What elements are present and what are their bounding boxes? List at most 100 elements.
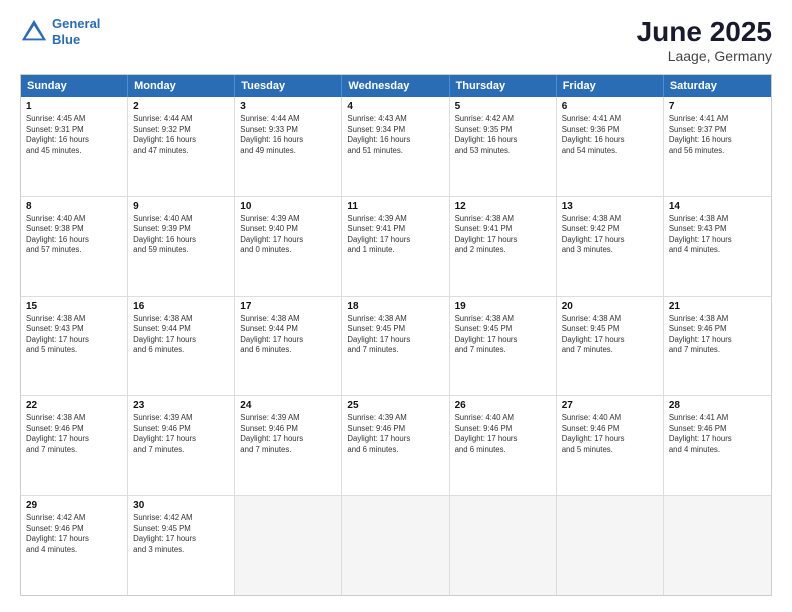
calendar-header: Sunday Monday Tuesday Wednesday Thursday…: [21, 75, 771, 97]
day-number: 9: [133, 201, 229, 212]
day-info: Sunrise: 4:41 AM Sunset: 9:37 PM Dayligh…: [669, 114, 766, 156]
day-number: 4: [347, 101, 443, 112]
cal-cell-2-3: 18Sunrise: 4:38 AM Sunset: 9:45 PM Dayli…: [342, 297, 449, 396]
day-info: Sunrise: 4:39 AM Sunset: 9:46 PM Dayligh…: [240, 413, 336, 455]
day-info: Sunrise: 4:38 AM Sunset: 9:42 PM Dayligh…: [562, 214, 658, 256]
day-number: 6: [562, 101, 658, 112]
day-info: Sunrise: 4:39 AM Sunset: 9:46 PM Dayligh…: [347, 413, 443, 455]
day-number: 29: [26, 500, 122, 511]
day-info: Sunrise: 4:42 AM Sunset: 9:46 PM Dayligh…: [26, 513, 122, 555]
day-number: 23: [133, 400, 229, 411]
day-info: Sunrise: 4:44 AM Sunset: 9:32 PM Dayligh…: [133, 114, 229, 156]
day-number: 27: [562, 400, 658, 411]
day-number: 12: [455, 201, 551, 212]
day-number: 21: [669, 301, 766, 312]
title-month: June 2025: [637, 16, 772, 48]
day-info: Sunrise: 4:38 AM Sunset: 9:43 PM Dayligh…: [26, 314, 122, 356]
day-number: 30: [133, 500, 229, 511]
day-number: 8: [26, 201, 122, 212]
day-info: Sunrise: 4:38 AM Sunset: 9:44 PM Dayligh…: [133, 314, 229, 356]
day-number: 1: [26, 101, 122, 112]
logo-text: General Blue: [52, 16, 100, 47]
cal-cell-4-1: 30 Sunrise: 4:42 AM Sunset: 9:45 PM Dayli…: [128, 496, 235, 595]
day-info: Sunrise: 4:38 AM Sunset: 9:43 PM Dayligh…: [669, 214, 766, 256]
day-number: 17: [240, 301, 336, 312]
day-info: Sunrise: 4:40 AM Sunset: 9:39 PM Dayligh…: [133, 214, 229, 256]
page: General Blue June 2025 Laage, Germany Su…: [0, 0, 792, 612]
day-number: 28: [669, 400, 766, 411]
day-info: Sunrise: 4:45 AM Sunset: 9:31 PM Dayligh…: [26, 114, 122, 156]
day-number: 24: [240, 400, 336, 411]
cal-cell-3-3: 25 Sunrise: 4:39 AM Sunset: 9:46 PM Dayli…: [342, 396, 449, 495]
day-info: Sunrise: 4:39 AM Sunset: 9:41 PM Dayligh…: [347, 214, 443, 256]
cal-row-0: 1 Sunrise: 4:45 AM Sunset: 9:31 PM Daylig…: [21, 97, 771, 196]
logo: General Blue: [20, 16, 100, 47]
cal-cell-2-6: 21 Sunrise: 4:38 AM Sunset: 9:46 PM Dayli…: [664, 297, 771, 396]
weekday-saturday: Saturday: [664, 75, 771, 97]
cal-cell-0-1: 2 Sunrise: 4:44 AM Sunset: 9:32 PM Daylig…: [128, 97, 235, 196]
day-info: Sunrise: 4:40 AM Sunset: 9:46 PM Dayligh…: [455, 413, 551, 455]
day-info: Sunrise: 4:43 AM Sunset: 9:34 PM Dayligh…: [347, 114, 443, 156]
cal-cell-2-1: 16 Sunrise: 4:38 AM Sunset: 9:44 PM Dayli…: [128, 297, 235, 396]
day-info: Sunrise: 4:42 AM Sunset: 9:45 PM Dayligh…: [133, 513, 229, 555]
day-info: Sunrise: 4:38 AM Sunset: 9:44 PM Dayligh…: [240, 314, 336, 356]
weekday-monday: Monday: [128, 75, 235, 97]
day-number: 25: [347, 400, 443, 411]
cal-cell-2-2: 17 Sunrise: 4:38 AM Sunset: 9:44 PM Dayli…: [235, 297, 342, 396]
day-number: 3: [240, 101, 336, 112]
title-location: Laage, Germany: [637, 48, 772, 64]
day-info: Sunrise: 4:38 AM Sunset: 9:46 PM Dayligh…: [669, 314, 766, 356]
day-info: Sunrise: 4:42 AM Sunset: 9:35 PM Dayligh…: [455, 114, 551, 156]
day-info: Sunrise: 4:44 AM Sunset: 9:33 PM Dayligh…: [240, 114, 336, 156]
cal-cell-3-2: 24 Sunrise: 4:39 AM Sunset: 9:46 PM Dayli…: [235, 396, 342, 495]
cal-row-3: 22Sunrise: 4:38 AM Sunset: 9:46 PM Dayli…: [21, 395, 771, 495]
logo-line1: General: [52, 16, 100, 32]
cal-cell-1-5: 13Sunrise: 4:38 AM Sunset: 9:42 PM Dayli…: [557, 197, 664, 296]
cal-cell-0-4: 5 Sunrise: 4:42 AM Sunset: 9:35 PM Daylig…: [450, 97, 557, 196]
day-info: Sunrise: 4:39 AM Sunset: 9:46 PM Dayligh…: [133, 413, 229, 455]
weekday-friday: Friday: [557, 75, 664, 97]
day-info: Sunrise: 4:41 AM Sunset: 9:46 PM Dayligh…: [669, 413, 766, 455]
cal-cell-2-5: 20 Sunrise: 4:38 AM Sunset: 9:45 PM Dayli…: [557, 297, 664, 396]
weekday-thursday: Thursday: [450, 75, 557, 97]
day-number: 11: [347, 201, 443, 212]
day-info: Sunrise: 4:39 AM Sunset: 9:40 PM Dayligh…: [240, 214, 336, 256]
cal-cell-3-4: 26Sunrise: 4:40 AM Sunset: 9:46 PM Dayli…: [450, 396, 557, 495]
day-info: Sunrise: 4:38 AM Sunset: 9:45 PM Dayligh…: [562, 314, 658, 356]
cal-cell-2-0: 15 Sunrise: 4:38 AM Sunset: 9:43 PM Dayli…: [21, 297, 128, 396]
calendar: Sunday Monday Tuesday Wednesday Thursday…: [20, 74, 772, 596]
cal-cell-4-5: [557, 496, 664, 595]
header: General Blue June 2025 Laage, Germany: [20, 16, 772, 64]
day-info: Sunrise: 4:40 AM Sunset: 9:46 PM Dayligh…: [562, 413, 658, 455]
day-number: 20: [562, 301, 658, 312]
cal-cell-4-0: 29 Sunrise: 4:42 AM Sunset: 9:46 PM Dayli…: [21, 496, 128, 595]
cal-cell-2-4: 19Sunrise: 4:38 AM Sunset: 9:45 PM Dayli…: [450, 297, 557, 396]
day-number: 2: [133, 101, 229, 112]
cal-cell-1-6: 14Sunrise: 4:38 AM Sunset: 9:43 PM Dayli…: [664, 197, 771, 296]
cal-cell-1-4: 12 Sunrise: 4:38 AM Sunset: 9:41 PM Dayli…: [450, 197, 557, 296]
title-block: June 2025 Laage, Germany: [637, 16, 772, 64]
day-number: 19: [455, 301, 551, 312]
day-number: 16: [133, 301, 229, 312]
cal-cell-0-3: 4 Sunrise: 4:43 AM Sunset: 9:34 PM Daylig…: [342, 97, 449, 196]
cal-cell-1-1: 9 Sunrise: 4:40 AM Sunset: 9:39 PM Daylig…: [128, 197, 235, 296]
cal-cell-4-6: [664, 496, 771, 595]
weekday-tuesday: Tuesday: [235, 75, 342, 97]
cal-row-4: 29 Sunrise: 4:42 AM Sunset: 9:46 PM Dayli…: [21, 495, 771, 595]
cal-cell-0-5: 6Sunrise: 4:41 AM Sunset: 9:36 PM Daylig…: [557, 97, 664, 196]
logo-line2: Blue: [52, 32, 100, 48]
cal-cell-0-2: 3 Sunrise: 4:44 AM Sunset: 9:33 PM Daylig…: [235, 97, 342, 196]
logo-icon: [20, 18, 48, 46]
day-number: 15: [26, 301, 122, 312]
day-info: Sunrise: 4:40 AM Sunset: 9:38 PM Dayligh…: [26, 214, 122, 256]
weekday-sunday: Sunday: [21, 75, 128, 97]
cal-cell-0-0: 1 Sunrise: 4:45 AM Sunset: 9:31 PM Daylig…: [21, 97, 128, 196]
day-number: 5: [455, 101, 551, 112]
day-info: Sunrise: 4:38 AM Sunset: 9:41 PM Dayligh…: [455, 214, 551, 256]
cal-cell-1-0: 8 Sunrise: 4:40 AM Sunset: 9:38 PM Daylig…: [21, 197, 128, 296]
cal-row-2: 15 Sunrise: 4:38 AM Sunset: 9:43 PM Dayli…: [21, 296, 771, 396]
cal-cell-3-5: 27 Sunrise: 4:40 AM Sunset: 9:46 PM Dayli…: [557, 396, 664, 495]
day-number: 22: [26, 400, 122, 411]
calendar-body: 1 Sunrise: 4:45 AM Sunset: 9:31 PM Daylig…: [21, 97, 771, 595]
cal-cell-1-2: 10Sunrise: 4:39 AM Sunset: 9:40 PM Dayli…: [235, 197, 342, 296]
